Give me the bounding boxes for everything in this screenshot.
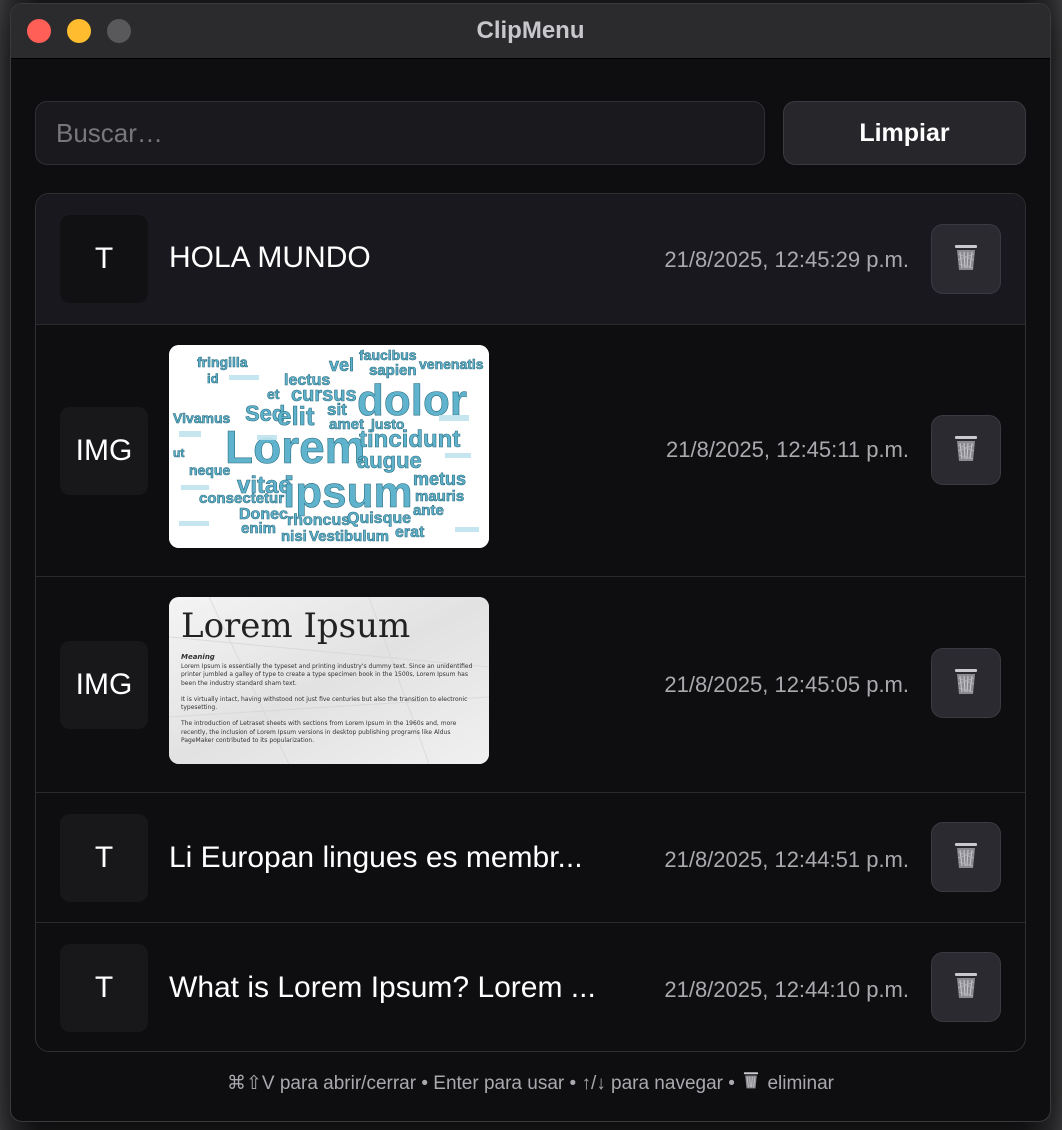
wordcloud-word: enim: [241, 520, 276, 537]
keyboard-hints-footer: ⌘⇧V para abrir/cerrar • Enter para usar …: [11, 1070, 1050, 1098]
type-badge: IMG: [60, 641, 148, 729]
wordcloud-word: neque: [189, 462, 230, 478]
clipboard-item-row[interactable]: T Li Europan lingues es membr... 21/8/20…: [36, 793, 1025, 923]
delete-item-button[interactable]: [931, 952, 1001, 1022]
delete-item-button[interactable]: [931, 224, 1001, 294]
clear-button[interactable]: Limpiar: [783, 101, 1026, 165]
item-text-preview: What is Lorem Ipsum? Lorem ...: [169, 971, 596, 1004]
footer-hint-text: ⌘⇧V para abrir/cerrar • Enter para usar …: [226, 1073, 735, 1094]
wordcloud-word: ante: [413, 502, 444, 519]
window-title: ClipMenu: [476, 17, 585, 44]
wordcloud-word: Lorem: [225, 421, 366, 473]
clipmenu-window: ClipMenu Limpiar T HOLA MUNDO 21/8/2025,…: [10, 3, 1051, 1122]
wordcloud-word: erat: [395, 524, 425, 541]
type-badge: IMG: [60, 407, 148, 495]
wordcloud-word: metus: [413, 469, 466, 489]
wordcloud-word: venenatis: [419, 356, 484, 372]
type-badge: T: [60, 944, 148, 1032]
clipboard-list: T HOLA MUNDO 21/8/2025, 12:45:29 p.m. IM…: [35, 193, 1026, 1052]
search-row: Limpiar: [35, 101, 1026, 167]
wordcloud-word: Vestibulum: [309, 528, 389, 545]
clipboard-item-row[interactable]: T What is Lorem Ipsum? Lorem ... 21/8/20…: [36, 923, 1025, 1051]
search-box: [35, 101, 765, 165]
item-timestamp: 21/8/2025, 12:45:05 p.m.: [664, 672, 909, 697]
delete-item-button[interactable]: [931, 415, 1001, 485]
title-bar: ClipMenu: [11, 4, 1050, 59]
trash-icon: [952, 970, 980, 1005]
wordcloud-word: vel: [329, 355, 354, 375]
wordcloud-word: id: [207, 371, 219, 386]
item-timestamp: 21/8/2025, 12:45:29 p.m.: [664, 247, 909, 272]
search-input[interactable]: [36, 102, 764, 164]
wordcloud-word: Vivamus: [173, 410, 231, 426]
trash-icon: [742, 1070, 760, 1098]
footer-hint-delete: eliminar: [767, 1073, 834, 1094]
item-timestamp: 21/8/2025, 12:44:10 p.m.: [664, 977, 909, 1002]
item-text-preview: HOLA MUNDO: [169, 241, 371, 274]
item-text-preview: Li Europan lingues es membr...: [169, 841, 583, 874]
delete-item-button[interactable]: [931, 648, 1001, 718]
image-thumbnail-wordcloud: fringilla faucibus vel sapien venenatis …: [169, 345, 489, 548]
wordcloud-word: justo: [370, 416, 404, 432]
doc-paragraph: Lorem Ipsum is essentially the typeset a…: [181, 663, 473, 687]
wordcloud-word: et: [267, 386, 280, 402]
trash-icon: [952, 242, 980, 277]
trash-icon: [952, 433, 980, 468]
trash-icon: [952, 840, 980, 875]
doc-paragraph: The introduction of Letraset sheets with…: [181, 720, 457, 745]
clipboard-item-row[interactable]: IMG fringilla faucibus vel sapien venena…: [36, 325, 1025, 577]
item-timestamp: 21/8/2025, 12:44:51 p.m.: [664, 847, 909, 872]
wordcloud-word: rhoncus: [287, 512, 350, 529]
wordcloud-word: ut: [173, 446, 184, 460]
clipboard-item-row[interactable]: T HOLA MUNDO 21/8/2025, 12:45:29 p.m.: [36, 194, 1025, 325]
item-timestamp: 21/8/2025, 12:45:11 p.m.: [666, 437, 909, 462]
doc-title: Lorem Ipsum: [181, 606, 410, 646]
wordcloud-word: fringilla: [197, 354, 248, 370]
doc-paragraph: It is virtually intact, having withstood…: [181, 695, 468, 712]
clipboard-item-row[interactable]: IMG Lorem Ipsum Meaning Lorem Ipsum is e…: [36, 577, 1025, 793]
wordcloud-word: consectetur: [199, 490, 284, 507]
type-badge: T: [60, 215, 148, 303]
trash-icon: [952, 666, 980, 701]
doc-heading: Meaning: [181, 653, 215, 661]
wordcloud-word: faucibus: [359, 347, 417, 363]
type-badge: T: [60, 814, 148, 902]
image-thumbnail-document: Lorem Ipsum Meaning Lorem Ipsum is essen…: [169, 597, 489, 764]
wordcloud-word: nisi: [281, 528, 307, 545]
delete-item-button[interactable]: [931, 822, 1001, 892]
